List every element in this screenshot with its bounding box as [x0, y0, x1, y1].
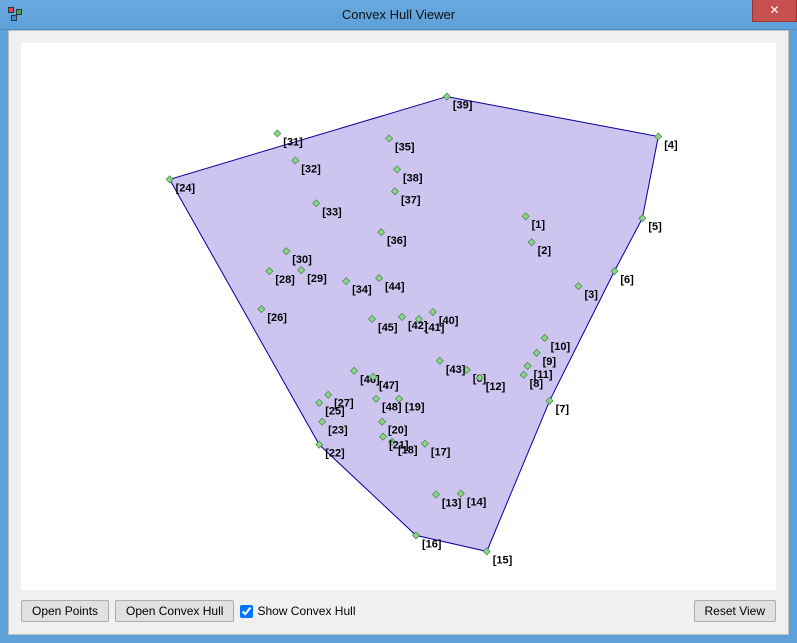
show-convex-hull-label[interactable]: Show Convex Hull — [240, 604, 355, 618]
point-label-20: [20] — [388, 425, 408, 437]
point-label-22: [22] — [325, 448, 345, 460]
titlebar[interactable]: Convex Hull Viewer ✕ — [0, 0, 797, 30]
point-label-14: [14] — [467, 496, 487, 508]
point-label-1: [1] — [532, 219, 546, 231]
canvas-viewport[interactable]: [0][1][2][3][4][5][6][7][8][9][10][11][1… — [21, 43, 776, 590]
point-label-6: [6] — [620, 274, 634, 286]
point-label-7: [7] — [556, 404, 570, 416]
point-label-23: [23] — [328, 425, 348, 437]
point-label-42: [42] — [408, 320, 428, 332]
point-marker-31[interactable] — [274, 130, 281, 137]
hull-canvas[interactable]: [0][1][2][3][4][5][6][7][8][9][10][11][1… — [21, 43, 776, 590]
point-5[interactable]: [5] — [639, 215, 662, 233]
point-label-5: [5] — [648, 221, 662, 233]
point-label-26: [26] — [267, 312, 287, 324]
point-label-28: [28] — [275, 274, 295, 286]
show-convex-hull-text: Show Convex Hull — [257, 604, 355, 618]
point-label-38: [38] — [403, 172, 423, 184]
point-label-2: [2] — [538, 245, 552, 257]
client-area: [0][1][2][3][4][5][6][7][8][9][10][11][1… — [8, 30, 789, 635]
point-15[interactable]: [15] — [483, 548, 512, 566]
open-convex-hull-button[interactable]: Open Convex Hull — [115, 600, 234, 622]
point-label-36: [36] — [387, 235, 407, 247]
reset-view-button[interactable]: Reset View — [694, 600, 776, 622]
point-label-32: [32] — [301, 163, 321, 175]
point-label-4: [4] — [664, 139, 678, 151]
close-button[interactable]: ✕ — [752, 0, 797, 22]
point-label-10: [10] — [551, 341, 571, 353]
point-label-21: [21] — [389, 440, 409, 452]
window-title: Convex Hull Viewer — [0, 7, 797, 22]
show-convex-hull-checkbox[interactable] — [240, 605, 253, 618]
point-label-41: [41] — [425, 322, 445, 334]
point-label-31: [31] — [283, 136, 303, 148]
point-label-39: [39] — [453, 100, 473, 112]
point-label-17: [17] — [431, 447, 451, 459]
point-label-13: [13] — [442, 497, 462, 509]
point-label-34: [34] — [352, 284, 372, 296]
point-6[interactable]: [6] — [611, 268, 634, 286]
point-label-45: [45] — [378, 322, 398, 334]
point-label-43: [43] — [446, 364, 466, 376]
point-label-48: [48] — [382, 402, 402, 414]
point-label-44: [44] — [385, 281, 405, 293]
point-label-29: [29] — [307, 273, 327, 285]
point-label-11: [11] — [534, 369, 553, 381]
point-label-33: [33] — [322, 206, 342, 218]
point-label-24: [24] — [176, 182, 196, 194]
point-label-9: [9] — [543, 356, 557, 368]
point-label-37: [37] — [401, 194, 421, 206]
point-label-19: [19] — [405, 402, 425, 414]
point-label-47: [47] — [379, 380, 399, 392]
point-label-3: [3] — [585, 289, 599, 301]
point-label-27: [27] — [334, 398, 354, 410]
point-4[interactable]: [4] — [655, 133, 678, 151]
point-label-15: [15] — [493, 554, 513, 566]
point-label-16: [16] — [422, 538, 442, 550]
point-label-12: [12] — [486, 381, 506, 393]
point-label-46: [46] — [360, 374, 380, 386]
open-points-button[interactable]: Open Points — [21, 600, 109, 622]
point-31[interactable]: [31] — [274, 130, 303, 148]
app-window: Convex Hull Viewer ✕ [0][1][2][3][4][5][… — [0, 0, 797, 643]
toolbar: Open Points Open Convex Hull Show Convex… — [21, 598, 776, 624]
point-7[interactable]: [7] — [546, 397, 569, 415]
point-label-30: [30] — [292, 254, 312, 266]
point-label-35: [35] — [395, 141, 415, 153]
